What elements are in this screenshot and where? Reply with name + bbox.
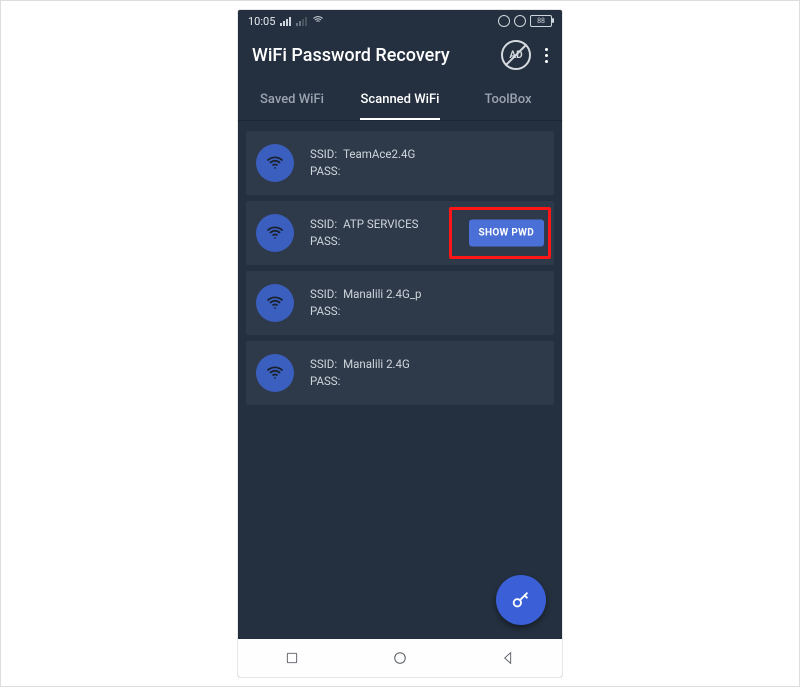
signal-icon-2: [296, 17, 307, 26]
show-password-button[interactable]: SHOW PWD: [469, 220, 544, 247]
network-info: SSID:Manalili 2.4G PASS:: [310, 356, 410, 391]
wifi-icon: [256, 144, 294, 182]
ssid-value: Manalili 2.4G: [343, 356, 410, 373]
status-time: 10:05: [248, 15, 275, 28]
ssid-value: TeamAce2.4G: [343, 146, 415, 163]
wifi-status-icon: [312, 14, 324, 29]
ssid-value: Manalili 2.4G_p: [343, 286, 421, 303]
network-card[interactable]: SSID:Manalili 2.4G PASS:: [246, 341, 554, 405]
wifi-icon: [256, 284, 294, 322]
nav-recent-icon[interactable]: [284, 650, 300, 666]
tab-scanned-wifi[interactable]: Scanned WiFi: [346, 78, 454, 120]
dnd-icon: [498, 15, 510, 27]
app-bar: WiFi Password Recovery AD: [238, 32, 562, 78]
signal-icon: [280, 17, 291, 26]
app-title: WiFi Password Recovery: [252, 45, 501, 66]
tab-saved-wifi[interactable]: Saved WiFi: [238, 78, 346, 120]
nav-back-icon[interactable]: [500, 650, 516, 666]
network-list: SSID:TeamAce2.4G PASS: SSID:ATP SERVICES…: [238, 121, 562, 639]
network-card[interactable]: SSID:Manalili 2.4G_p PASS:: [246, 271, 554, 335]
network-info: SSID:TeamAce2.4G PASS:: [310, 146, 415, 181]
no-ads-icon[interactable]: AD: [501, 40, 531, 70]
status-bar: 10:05 88: [238, 10, 562, 32]
network-info: SSID:Manalili 2.4G_p PASS:: [310, 286, 422, 321]
battery-icon: 88: [530, 15, 552, 27]
network-card[interactable]: SSID:TeamAce2.4G PASS:: [246, 131, 554, 195]
wifi-icon: [256, 354, 294, 392]
nav-home-icon[interactable]: [391, 649, 409, 667]
alarm-icon: [514, 15, 526, 27]
tab-toolbox[interactable]: ToolBox: [454, 78, 562, 120]
android-nav-bar: [238, 639, 562, 677]
key-icon: [510, 589, 532, 611]
phone-frame: 10:05 88 WiFi Password Recovery AD Saved…: [238, 10, 562, 677]
wifi-icon: [256, 214, 294, 252]
overflow-menu-icon[interactable]: [541, 42, 552, 69]
fab-key-button[interactable]: [496, 575, 546, 625]
ssid-value: ATP SERVICES: [343, 216, 418, 233]
network-card[interactable]: SSID:ATP SERVICES PASS: SHOW PWD: [246, 201, 554, 265]
network-info: SSID:ATP SERVICES PASS:: [310, 216, 419, 251]
tabs: Saved WiFi Scanned WiFi ToolBox: [238, 78, 562, 121]
